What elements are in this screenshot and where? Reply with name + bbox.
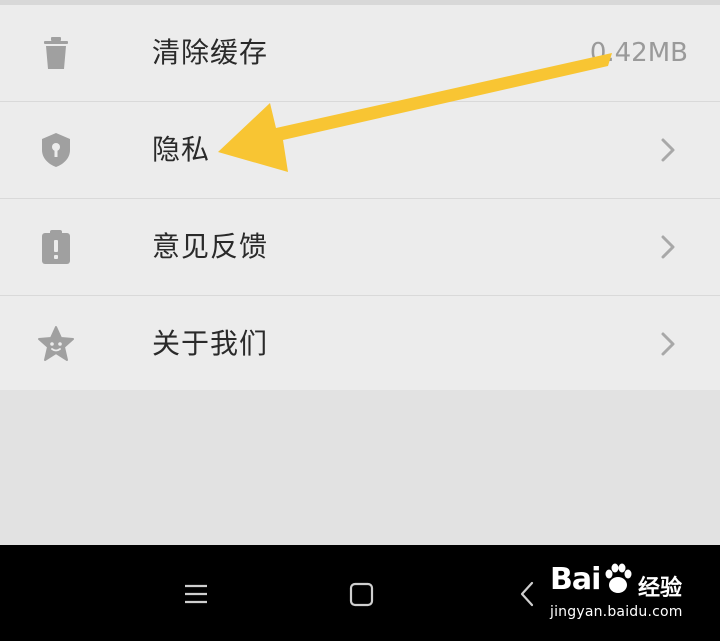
paw-logo-icon <box>605 563 632 593</box>
feedback-clipboard-icon <box>36 227 76 267</box>
chevron-right-icon <box>654 233 680 261</box>
chevron-right-icon <box>654 330 680 358</box>
settings-item-label: 隐私 <box>152 133 211 166</box>
empty-area <box>0 390 720 545</box>
cache-size-value: 0.42MB <box>589 38 688 68</box>
shield-lock-icon <box>36 130 76 170</box>
settings-item-label: 清除缓存 <box>152 36 269 69</box>
settings-item-clear-cache[interactable]: 清除缓存 0.42MB <box>0 5 720 102</box>
settings-item-feedback[interactable]: 意见反馈 <box>0 199 720 296</box>
watermark-suffix: 经验 <box>638 576 683 601</box>
star-face-icon <box>36 324 76 364</box>
watermark-brand: Bai <box>550 562 601 597</box>
back-icon[interactable] <box>508 575 548 615</box>
settings-item-privacy[interactable]: 隐私 <box>0 102 720 199</box>
settings-item-about-us[interactable]: 关于我们 <box>0 296 720 390</box>
baidu-jingyan-watermark: Bai 经验 jingyan.baidu.com <box>550 560 715 630</box>
settings-item-label: 意见反馈 <box>152 230 269 263</box>
menu-icon[interactable] <box>176 575 216 615</box>
watermark-url: jingyan.baidu.com <box>550 604 683 620</box>
trash-icon <box>36 33 76 73</box>
settings-list: 清除缓存 0.42MB 隐私 意见反馈 关于我们 <box>0 5 720 390</box>
home-square-icon[interactable] <box>341 575 381 615</box>
chevron-right-icon <box>654 136 680 164</box>
settings-item-label: 关于我们 <box>152 327 269 360</box>
